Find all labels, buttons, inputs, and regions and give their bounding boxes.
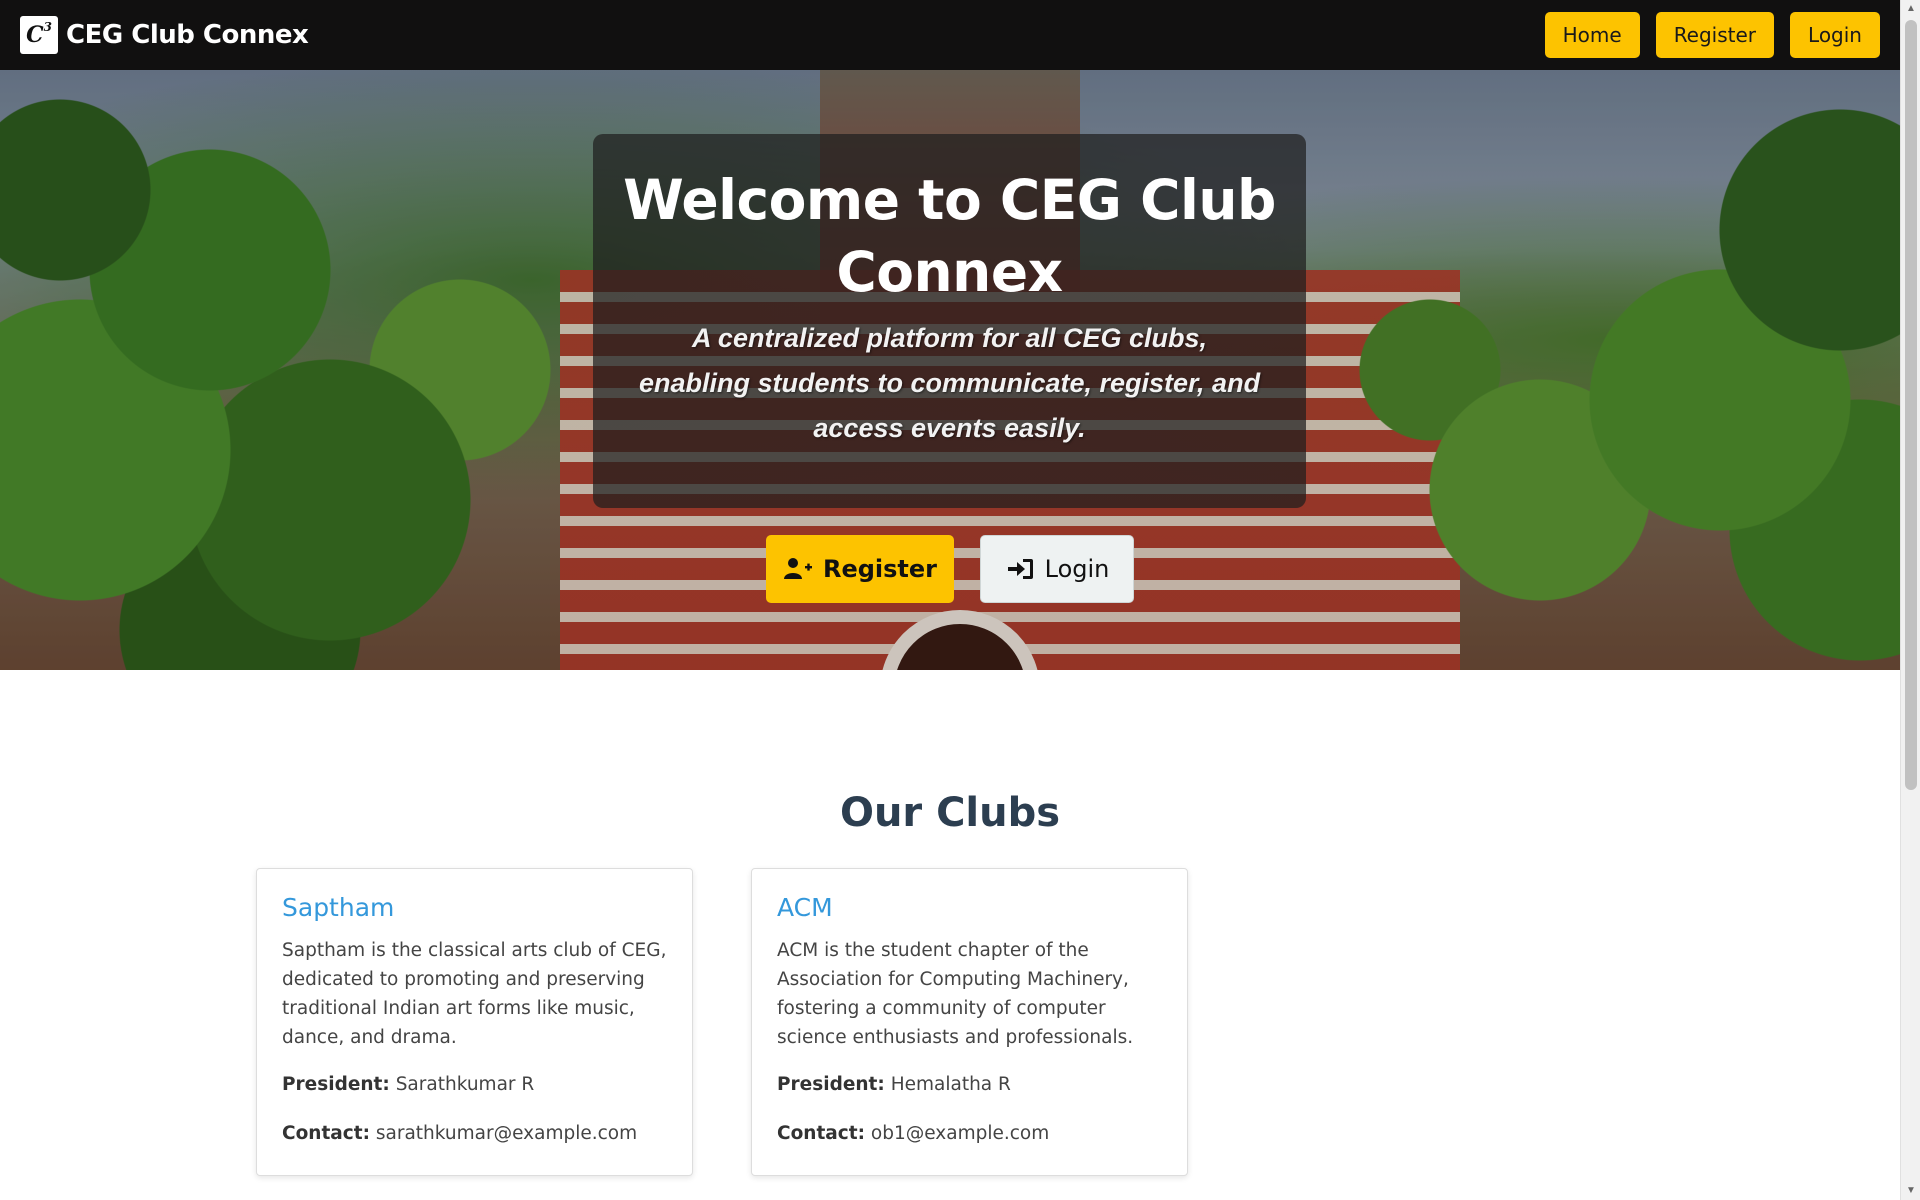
nav-buttons: Home Register Login <box>1544 12 1880 58</box>
brand-logo-letter: C <box>26 22 44 48</box>
contact-label: Contact: <box>777 1123 865 1144</box>
club-name[interactable]: ACM <box>777 893 1162 922</box>
scroll-down-arrow-icon[interactable]: ▼ <box>1906 1186 1916 1196</box>
hero-register-button[interactable]: Register <box>766 535 954 603</box>
brand-logo-superscript: 3 <box>43 20 52 34</box>
club-card-saptham: Saptham Saptham is the classical arts cl… <box>256 868 693 1176</box>
hero-card: Welcome to CEG Club Connex A centralized… <box>593 134 1306 508</box>
president-value: Hemalatha R <box>890 1074 1011 1095</box>
sign-in-icon <box>1007 559 1033 579</box>
hero-login-label: Login <box>1044 555 1110 583</box>
club-name[interactable]: Saptham <box>282 893 667 922</box>
clubs-section-title: Our Clubs <box>839 790 1061 836</box>
hero-actions: Register Login <box>766 535 1134 603</box>
user-plus-icon <box>783 558 812 579</box>
brand-logo: C3 <box>20 16 58 54</box>
scroll-up-arrow-icon[interactable]: ▲ <box>1906 4 1916 14</box>
hero-register-label: Register <box>822 555 938 583</box>
hero-banner: Welcome to CEG Club Connex A centralized… <box>0 70 1900 670</box>
top-navbar: C3 CEG Club Connex Home Register Login <box>0 0 1900 70</box>
hero-title: Welcome to CEG Club Connex <box>623 168 1276 304</box>
contact-value: ob1@example.com <box>870 1123 1050 1144</box>
contact-label: Contact: <box>282 1123 370 1144</box>
brand[interactable]: C3 CEG Club Connex <box>20 16 309 54</box>
club-president: President: Hemalatha R <box>777 1070 1162 1099</box>
president-label: President: <box>777 1074 885 1095</box>
club-contact: Contact: ob1@example.com <box>777 1119 1162 1148</box>
club-contact: Contact: sarathkumar@example.com <box>282 1119 667 1148</box>
hero-subtitle: A centralized platform for all CEG clubs… <box>638 323 1261 443</box>
nav-register-button[interactable]: Register <box>1655 12 1775 58</box>
contact-value: sarathkumar@example.com <box>375 1123 638 1144</box>
nav-login-button[interactable]: Login <box>1790 12 1880 58</box>
hero-login-button[interactable]: Login <box>980 535 1134 603</box>
president-label: President: <box>282 1074 390 1095</box>
club-description: Saptham is the classical arts club of CE… <box>282 940 667 1048</box>
club-card-acm: ACM ACM is the student chapter of the As… <box>751 868 1188 1176</box>
club-president: President: Sarathkumar R <box>282 1070 667 1099</box>
scrollbar-thumb[interactable] <box>1905 20 1917 790</box>
president-value: Sarathkumar R <box>395 1074 535 1095</box>
page-scrollbar[interactable]: ▲ ▼ <box>1900 0 1920 1200</box>
club-description: ACM is the student chapter of the Associ… <box>777 940 1134 1048</box>
brand-name: CEG Club Connex <box>66 20 309 50</box>
nav-home-button[interactable]: Home <box>1544 12 1640 58</box>
